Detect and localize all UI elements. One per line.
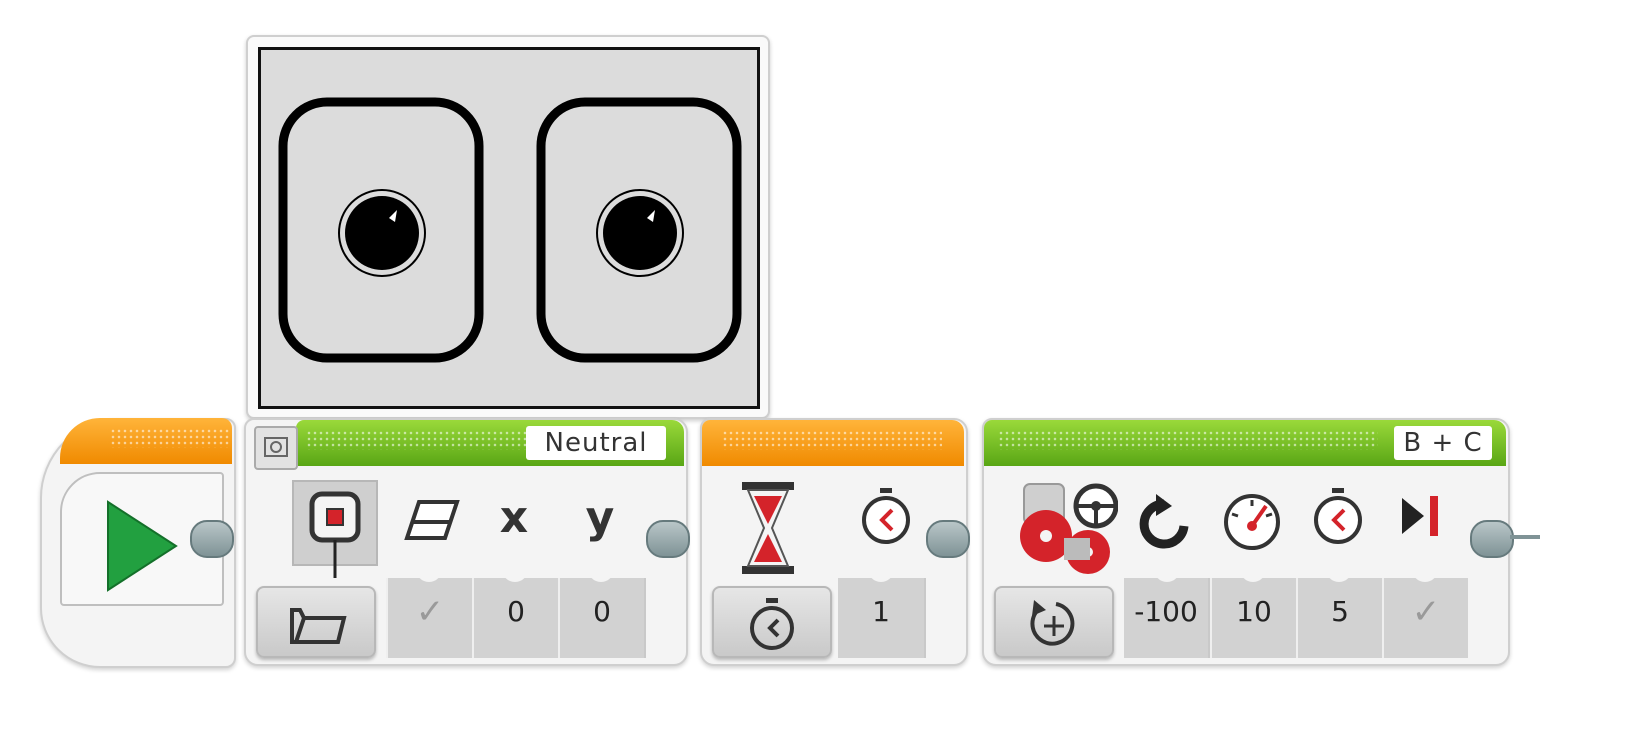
steering-mode-button[interactable]: [994, 586, 1114, 658]
power-param[interactable]: 10: [1210, 578, 1296, 658]
seconds-param[interactable]: 5: [1296, 578, 1382, 658]
display-screen: [258, 47, 760, 409]
wait-params-row: 1: [838, 564, 926, 658]
x-param[interactable]: 0: [472, 578, 558, 658]
sequence-connector-wait-out[interactable]: [926, 520, 970, 558]
wait-mode-button[interactable]: [712, 586, 832, 658]
preview-toggle-icon[interactable]: [254, 426, 298, 470]
rotation-icon: [1030, 600, 1075, 646]
move-steering-icon: [1020, 483, 1118, 574]
display-preview-panel: [246, 35, 770, 419]
sequence-connector-display-out[interactable]: [646, 520, 690, 558]
y-param[interactable]: 0: [558, 578, 644, 658]
brake-icon: [1402, 496, 1438, 536]
display-file-button[interactable]: [256, 586, 376, 658]
sequence-connector-steering-out[interactable]: [1470, 520, 1514, 558]
sequence-connector-out[interactable]: [190, 520, 234, 558]
display-file-name[interactable]: Neutral: [526, 426, 666, 460]
y-icon: y: [585, 492, 615, 543]
hourglass-icon: [742, 482, 794, 574]
seconds-icon: [1314, 488, 1362, 544]
display-params-row: ✓ 0 0: [386, 564, 646, 658]
steering-param[interactable]: -100: [1124, 578, 1208, 658]
x-icon: x: [499, 492, 529, 543]
display-block[interactable]: Neutral x y ✓ 0 0: [244, 418, 688, 666]
brake-param[interactable]: ✓: [1382, 578, 1468, 658]
stopwatch-icon: [862, 488, 910, 544]
sequence-wire-end: [1510, 535, 1540, 539]
clear-screen-param[interactable]: ✓: [386, 578, 472, 658]
steering-params-row: -100 10 5 ✓: [1124, 564, 1468, 658]
folder-icon: [290, 608, 347, 644]
play-icon[interactable]: [102, 496, 182, 596]
steering-icon: [1139, 494, 1189, 549]
eyes-neutral-image: [278, 97, 742, 363]
eraser-icon: [404, 500, 460, 540]
wait-seconds-param[interactable]: 1: [838, 578, 924, 658]
timer-icon: [750, 598, 794, 650]
move-steering-block[interactable]: B + C -100 10 5 ✓: [982, 418, 1510, 666]
motor-ports[interactable]: B + C: [1394, 426, 1492, 460]
power-icon: [1224, 494, 1280, 550]
display-mode-icon[interactable]: [292, 480, 378, 578]
